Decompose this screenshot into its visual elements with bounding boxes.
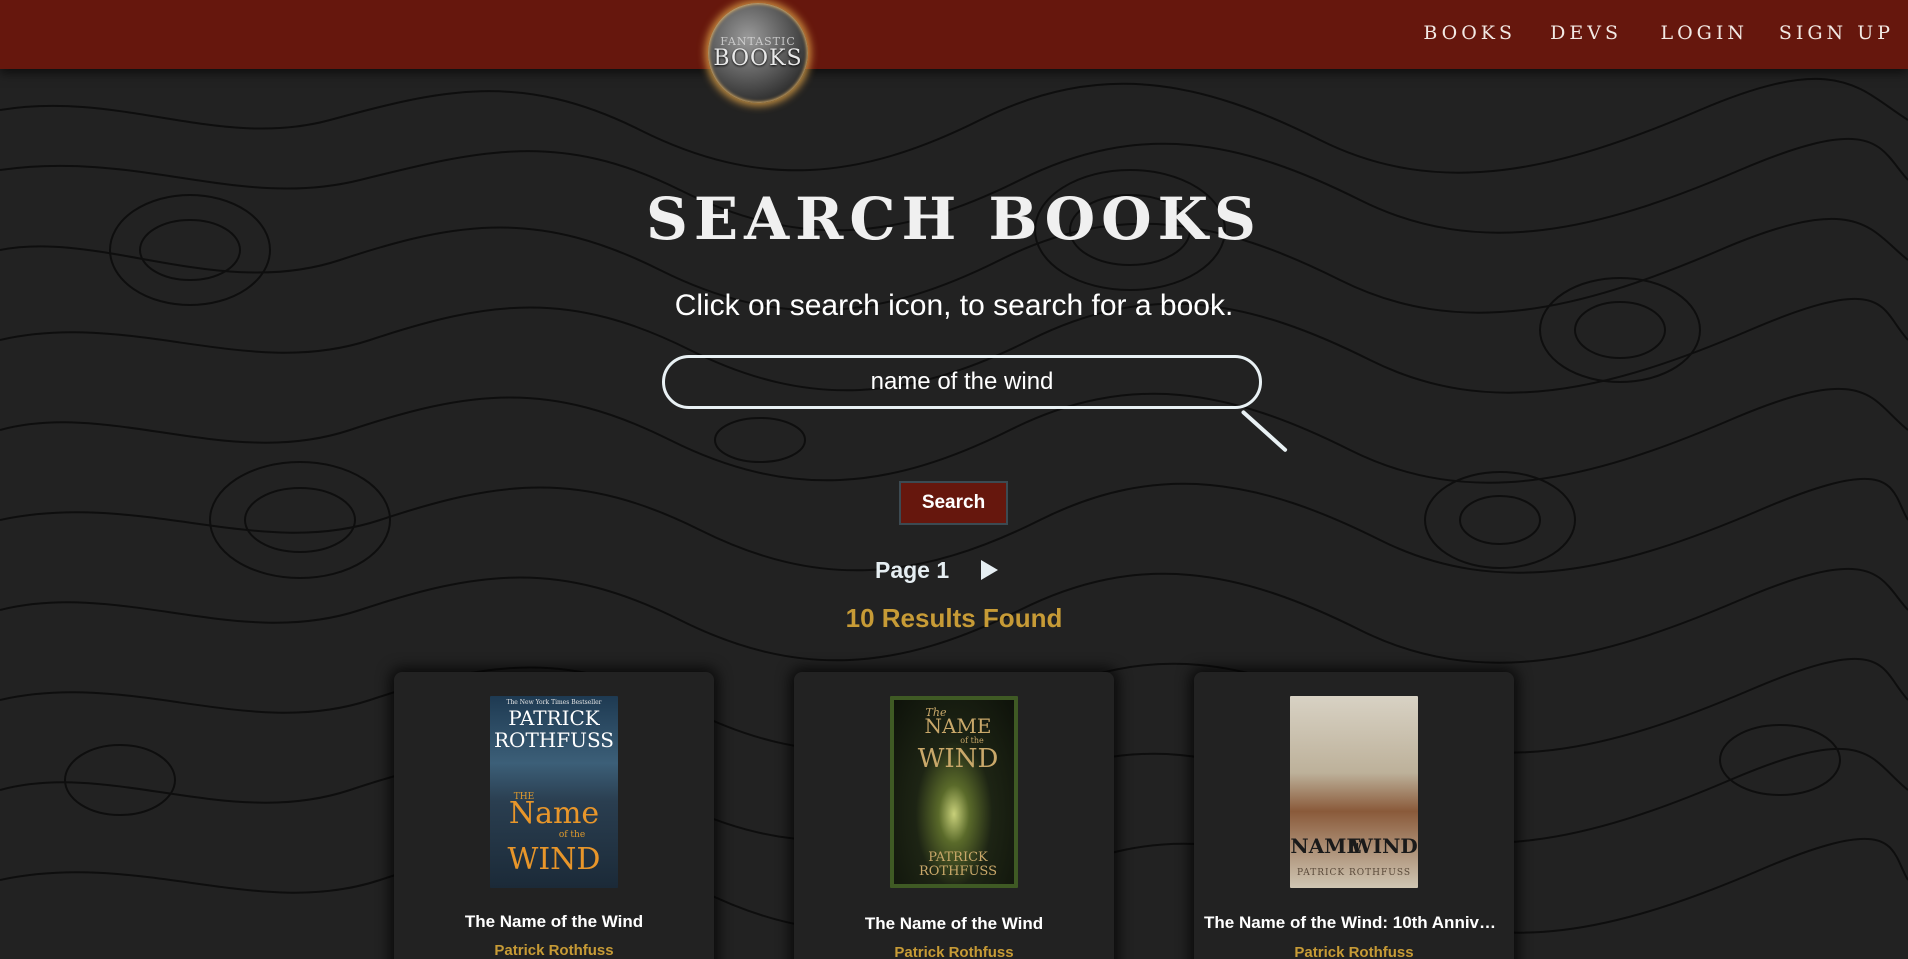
search-box — [662, 355, 1288, 455]
page-number-label: Page 1 — [875, 557, 950, 583]
book-author: Patrick Rothfuss — [494, 942, 614, 959]
search-input[interactable] — [662, 355, 1262, 409]
nav-signup-link[interactable]: SIGN UP — [1779, 22, 1894, 44]
cover-title-of-the: of the — [558, 830, 586, 840]
book-title[interactable]: The Name of the Wind — [804, 914, 1104, 934]
book-cover-image: The NAME of the WIND PATRICK ROTHFUSS — [890, 696, 1018, 888]
book-cover-image: NAME WIND PATRICK ROTHFUSS — [1290, 696, 1418, 888]
book-cover-image: The New York Times Bestseller PATRICK RO… — [490, 696, 618, 888]
cover-author-last: ROTHFUSS — [493, 728, 615, 752]
page-title: SEARCH BOOKS — [646, 185, 1262, 253]
search-button[interactable]: Search — [899, 481, 1008, 525]
cover-title-wind: WIND — [507, 842, 601, 877]
top-navigation-bar: BOOKS DEVS LOGIN SIGN UP — [0, 0, 1908, 69]
cover-author-first: PATRICK — [928, 850, 988, 865]
book-card[interactable]: The New York Times Bestseller PATRICK RO… — [394, 672, 714, 959]
book-author: Patrick Rothfuss — [894, 944, 1014, 959]
book-title[interactable]: The Name of the Wind — [404, 912, 704, 932]
search-instructions: Click on search icon, to search for a bo… — [674, 289, 1234, 322]
cover-author: PATRICK ROTHFUSS — [1296, 868, 1412, 878]
book-card[interactable]: The NAME of the WIND PATRICK ROTHFUSS Th… — [794, 672, 1114, 959]
site-logo[interactable]: FANTASTIC BOOKS — [708, 3, 808, 103]
nav-devs-link[interactable]: DEVS — [1550, 22, 1622, 44]
cover-title-name: Name — [508, 796, 600, 831]
cover-title-name: NAME — [924, 714, 992, 738]
results-count: 10 Results Found — [845, 603, 1063, 633]
nav-login-link[interactable]: LOGIN — [1660, 22, 1748, 44]
logo-small-text: FANTASTIC — [720, 35, 796, 48]
cover-tagline: The New York Times Bestseller — [506, 699, 602, 706]
cover-title-wind: WIND — [917, 744, 999, 774]
book-card[interactable]: NAME WIND PATRICK ROTHFUSS The Name of t… — [1194, 672, 1514, 959]
logo-big-text: BOOKS — [713, 46, 803, 71]
cover-title-wind: WIND — [1350, 834, 1418, 858]
book-author: Patrick Rothfuss — [1294, 944, 1414, 959]
nav-books-link[interactable]: BOOKS — [1423, 22, 1516, 44]
cover-author-last: ROTHFUSS — [918, 864, 997, 879]
next-page-icon[interactable] — [981, 560, 998, 580]
cover-author-first: PATRICK — [508, 706, 600, 730]
search-icon[interactable] — [1240, 409, 1288, 453]
book-title[interactable]: The Name of the Wind: 10th Anniversary D… — [1204, 913, 1504, 933]
